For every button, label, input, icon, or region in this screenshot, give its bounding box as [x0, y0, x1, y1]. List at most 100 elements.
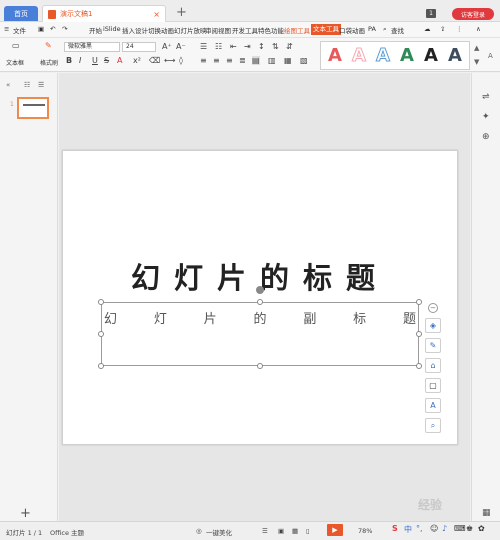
menu-tab-insert[interactable]: 插入 [122, 25, 135, 35]
eraser-icon[interactable]: ⌂ [425, 358, 441, 373]
cloud-icon[interactable]: ☁ [424, 25, 431, 33]
grid-icon[interactable]: ▦ [482, 508, 491, 518]
align-left-icon[interactable]: ≡ [200, 56, 207, 65]
char-spacing-icon[interactable]: ⟷ [164, 56, 175, 65]
beautify-icon[interactable]: ◎ [196, 527, 202, 535]
increase-font-icon[interactable]: A⁺ [162, 42, 172, 51]
sogou-ime-icon[interactable]: S [392, 524, 398, 533]
sort-icon[interactable]: ⇅ [272, 42, 279, 51]
menu-tab-design[interactable]: 设计 [135, 25, 148, 35]
justify-icon[interactable]: ≣ [239, 56, 246, 65]
wordart-style-1[interactable]: A [322, 44, 348, 68]
animation-icon[interactable]: ⊕ [482, 132, 490, 142]
text-direction-icon[interactable]: ⇵ [286, 42, 293, 51]
outline-view-icon[interactable]: ☰ [38, 81, 44, 89]
format-brush-label[interactable]: 格式刷 [40, 58, 58, 67]
more-icon[interactable]: ⋮ [456, 25, 463, 33]
decrease-font-icon[interactable]: A⁻ [176, 42, 186, 51]
resize-handle-se[interactable] [416, 363, 422, 369]
wordart-style-5[interactable]: A [418, 44, 444, 68]
guest-login-button[interactable]: 访客登录 [452, 8, 494, 20]
rotate-handle-icon[interactable] [256, 286, 264, 294]
properties-icon[interactable]: ⇌ [482, 92, 490, 102]
resize-handle-nw[interactable] [98, 299, 104, 305]
clear-format-icon[interactable]: ⌫ [149, 56, 160, 65]
thumbnail-view-icon[interactable]: ☷ [24, 81, 30, 89]
menu-tab-pocket-animation[interactable]: 口袋动画 [339, 25, 365, 35]
format-brush-icon[interactable]: ✎ [45, 41, 52, 50]
wordart-style-2[interactable]: A [346, 44, 372, 68]
slide-sorter-icon[interactable]: ▦ [292, 527, 298, 535]
text-align-icon[interactable]: ▦ [284, 56, 292, 65]
search-label[interactable]: 查找 [391, 25, 404, 35]
columns-icon[interactable]: ▥ [268, 56, 276, 65]
menu-tab-review[interactable]: 审阅 [205, 25, 218, 35]
menu-tab-features[interactable]: 特色功能 [258, 25, 284, 35]
normal-view-icon[interactable]: ▣ [278, 527, 284, 535]
menu-tab-pa[interactable]: PA [368, 25, 376, 33]
slide-thumbnail[interactable] [17, 97, 49, 119]
style-icon[interactable]: ✦ [482, 112, 490, 122]
bullets-icon[interactable]: ☰ [200, 42, 207, 51]
font-name-select[interactable]: 微软雅黑 [64, 42, 120, 52]
slide[interactable] [62, 150, 458, 445]
close-tab-icon[interactable]: × [153, 10, 160, 19]
menu-tab-text-tools[interactable]: 文本工具 [311, 24, 341, 35]
reading-view-icon[interactable]: ▯ [306, 527, 310, 535]
menu-tab-animation[interactable]: 动画 [161, 25, 174, 35]
frame-icon[interactable]: ▢ [425, 378, 441, 393]
add-slide-button[interactable]: + [20, 506, 31, 521]
file-menu[interactable]: 文件 [13, 25, 26, 35]
numbering-icon[interactable]: ☷ [215, 42, 222, 51]
user-icon[interactable]: ♚ [466, 524, 473, 533]
slideshow-play-button[interactable]: ▶ [327, 524, 343, 536]
search-icon[interactable]: ⌕ [383, 25, 387, 34]
wordart-style-6[interactable]: A [442, 44, 468, 68]
align-right-icon[interactable]: ≡ [226, 56, 233, 65]
zoom-level[interactable]: 78% [358, 527, 372, 535]
menu-tab-developer[interactable]: 开发工具 [232, 25, 258, 35]
menu-tab-view[interactable]: 视图 [218, 25, 231, 35]
decrease-indent-icon[interactable]: ⇤ [230, 42, 237, 51]
share-icon[interactable]: ⇪ [440, 25, 445, 33]
resize-handle-s[interactable] [257, 363, 263, 369]
textbox-options-icon[interactable]: ▧ [300, 56, 308, 65]
collapse-panel-icon[interactable]: « [6, 81, 10, 89]
menu-tab-transition[interactable]: 切换 [148, 25, 161, 35]
new-tab-button[interactable]: + [176, 5, 187, 20]
superscript-icon[interactable]: x² [133, 56, 141, 65]
menu-tab-slideshow[interactable]: 幻灯片放映 [174, 25, 207, 35]
highlight-icon[interactable]: ◊ [179, 56, 183, 65]
textbox-label[interactable]: 文本框 [6, 58, 24, 67]
italic-button[interactable]: I [79, 56, 81, 65]
strikethrough-button[interactable]: S [104, 56, 109, 65]
hamburger-menu-icon[interactable]: ≡ [4, 25, 9, 33]
layers-icon[interactable]: ◈ [425, 318, 441, 333]
keyboard-icon[interactable]: ⌨ [454, 524, 466, 533]
align-center-icon[interactable]: ≡ [213, 56, 220, 65]
gallery-scroll-up-icon[interactable]: ▲ [474, 44, 479, 52]
wordart-style-3[interactable]: A [370, 44, 396, 68]
document-tab[interactable]: 演示文稿1 × [42, 5, 166, 22]
menu-tab-drawing-tools[interactable]: 绘图工具 [284, 25, 310, 35]
gallery-scroll-down-icon[interactable]: ▼ [474, 58, 479, 66]
find-replace-icon[interactable]: ⌕ [425, 418, 441, 433]
float-toolbar-collapse-button[interactable]: − [428, 303, 438, 313]
bold-button[interactable]: B [66, 56, 72, 65]
resize-handle-e[interactable] [416, 331, 422, 337]
resize-handle-n[interactable] [257, 299, 263, 305]
ime-punctuation-icon[interactable]: °, [416, 524, 423, 533]
window-count-badge[interactable]: 1 [426, 9, 436, 18]
distribute-icon[interactable]: ▤ [252, 56, 260, 65]
microphone-icon[interactable]: ♪ [442, 524, 447, 533]
font-color-button[interactable]: A [117, 56, 122, 65]
underline-button[interactable]: U [92, 56, 98, 65]
resize-handle-w[interactable] [98, 331, 104, 337]
textbox-icon[interactable]: ▭ [12, 41, 20, 50]
theme-name[interactable]: Office 主题 [50, 527, 84, 537]
redo-icon[interactable]: ↷ [62, 25, 67, 33]
resize-handle-ne[interactable] [416, 299, 422, 305]
home-tab[interactable]: 首页 [4, 6, 38, 21]
wordart-style-4[interactable]: A [394, 44, 420, 68]
text-icon[interactable]: A [425, 398, 441, 413]
